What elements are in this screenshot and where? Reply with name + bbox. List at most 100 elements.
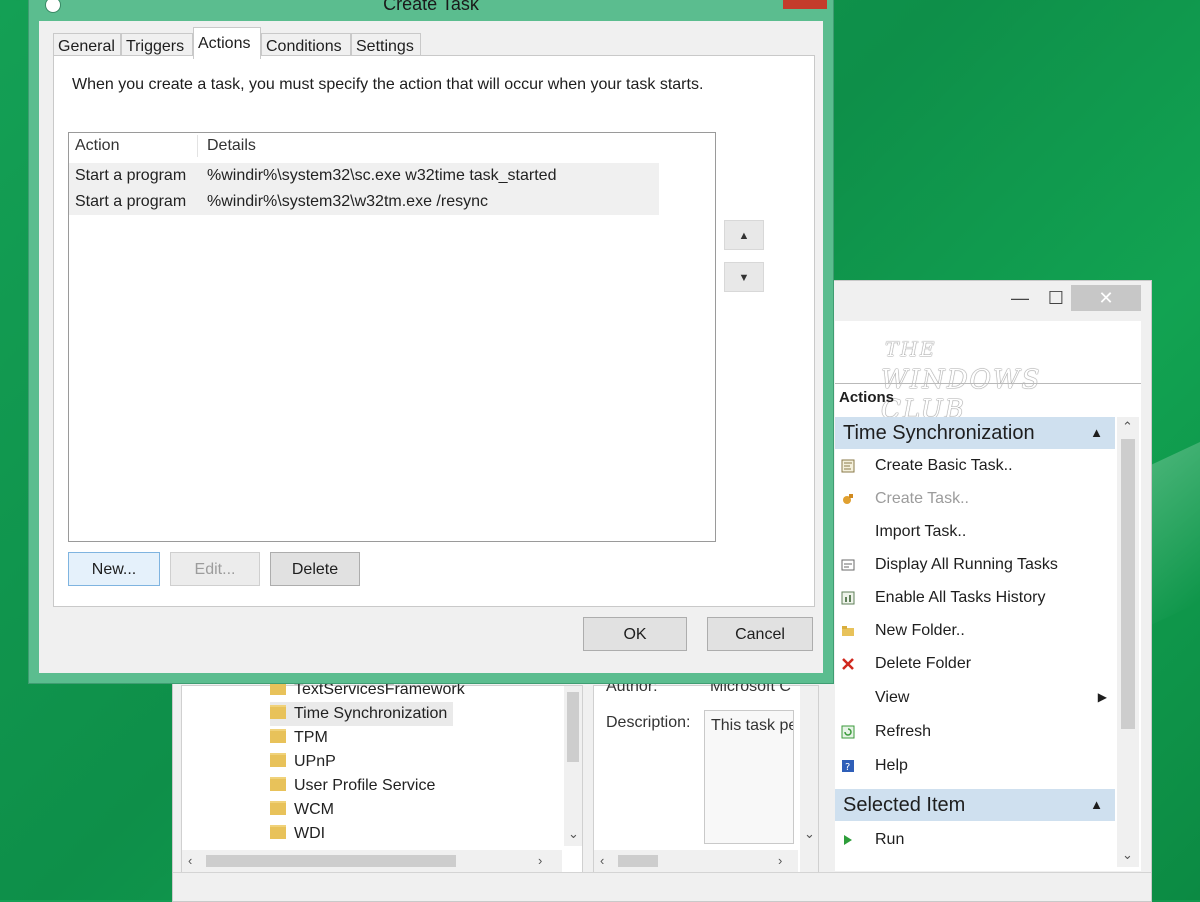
- properties-horizontal-scrollbar[interactable]: ‹ ›: [594, 850, 798, 872]
- help-icon: ?: [842, 760, 854, 773]
- list-header: Action Details: [69, 133, 659, 159]
- task-library-tree[interactable]: TextServicesFramework Time Synchronizati…: [181, 681, 583, 873]
- action-import-task[interactable]: Import Task..: [835, 515, 1115, 548]
- description-value: This task pe: [711, 717, 794, 734]
- action-label: Enable All Tasks History: [875, 589, 1046, 606]
- cell-details: %windir%\system32\sc.exe w32time task_st…: [207, 167, 557, 184]
- folder-icon: [842, 626, 854, 636]
- action-help[interactable]: ? Help: [835, 749, 1115, 782]
- action-new-folder[interactable]: New Folder..: [835, 614, 1115, 647]
- tree-item-tpm[interactable]: TPM: [270, 726, 328, 750]
- logo-line-2: WINDOWS CLUB: [881, 365, 1042, 425]
- action-label: Create Task..: [875, 490, 969, 507]
- actions-pane: THE WINDOWS CLUB Actions Time Synchroniz…: [835, 321, 1141, 871]
- move-up-button[interactable]: ▲: [724, 220, 764, 250]
- tree-vertical-scrollbar[interactable]: ⌄: [564, 686, 582, 846]
- tree-item-wcm[interactable]: WCM: [270, 798, 334, 822]
- column-header-action[interactable]: Action: [75, 137, 119, 155]
- table-row[interactable]: Start a program %windir%\system32\sc.exe…: [69, 163, 659, 189]
- scrollbar-thumb[interactable]: [1121, 439, 1135, 729]
- action-label: Import Task..: [875, 523, 967, 540]
- chevron-up-icon[interactable]: ⌃: [1122, 419, 1133, 435]
- chevron-left-icon[interactable]: ‹: [600, 853, 604, 868]
- section-title: Time Synchronization: [843, 422, 1035, 444]
- chevron-down-icon[interactable]: ⌄: [1122, 847, 1133, 863]
- maximize-button[interactable]: ☐: [1041, 285, 1071, 311]
- tree-item-label: User Profile Service: [294, 777, 436, 794]
- scrollbar-thumb[interactable]: [206, 855, 456, 867]
- ok-button[interactable]: OK: [583, 617, 687, 651]
- collapse-icon[interactable]: ▲: [1090, 417, 1103, 449]
- chevron-right-icon[interactable]: ›: [778, 853, 782, 868]
- task-scheduler-titlebar: — ☐ ✕: [835, 281, 1151, 321]
- folder-icon: [270, 705, 286, 719]
- folder-icon: [270, 801, 286, 815]
- tree-item-time-synchronization[interactable]: Time Synchronization: [270, 702, 454, 726]
- action-run[interactable]: Run: [835, 823, 1115, 856]
- section-header-selected-item[interactable]: Selected Item ▲: [835, 789, 1115, 821]
- chevron-down-icon[interactable]: ⌄: [804, 826, 815, 842]
- task-properties-panel: Author: Microsoft C Description: This ta…: [593, 678, 819, 873]
- dialog-close-button[interactable]: [783, 0, 827, 9]
- action-enable-tasks-history[interactable]: Enable All Tasks History: [835, 581, 1115, 614]
- action-create-task[interactable]: Create Task..: [835, 482, 1115, 515]
- collapse-icon[interactable]: ▲: [1090, 789, 1103, 821]
- scrollbar-thumb[interactable]: [618, 855, 658, 867]
- action-display-running-tasks[interactable]: Display All Running Tasks: [835, 548, 1115, 581]
- folder-icon: [270, 729, 286, 743]
- new-button[interactable]: New...: [68, 552, 160, 586]
- move-down-button[interactable]: ▼: [724, 262, 764, 292]
- dialog-body: General Triggers Actions Conditions Sett…: [39, 21, 823, 673]
- folder-icon: [270, 777, 286, 791]
- actions-pane-scrollbar[interactable]: ⌃ ⌄: [1117, 417, 1139, 867]
- chevron-right-icon[interactable]: ›: [538, 853, 542, 868]
- tree-item-label: TPM: [294, 729, 328, 746]
- chevron-down-icon[interactable]: ⌄: [568, 826, 579, 842]
- action-create-basic-task[interactable]: Create Basic Task..: [835, 449, 1115, 482]
- create-task-dialog: Create Task General Triggers Actions Con…: [28, 0, 834, 684]
- delete-button[interactable]: Delete: [270, 552, 360, 586]
- minimize-button[interactable]: —: [1005, 285, 1035, 311]
- edit-button[interactable]: Edit...: [170, 552, 260, 586]
- folder-icon: [270, 825, 286, 839]
- section-header-time-synchronization[interactable]: Time Synchronization ▲: [835, 417, 1115, 449]
- svg-text:?: ?: [845, 762, 850, 773]
- action-label: Refresh: [875, 723, 932, 740]
- arrow-up-icon: ▲: [738, 230, 750, 242]
- cancel-button[interactable]: Cancel: [707, 617, 813, 651]
- action-label: Run: [875, 831, 905, 848]
- tree-horizontal-scrollbar[interactable]: ‹ ›: [182, 850, 562, 872]
- cell-action: Start a program: [75, 193, 187, 210]
- close-button[interactable]: ✕: [1071, 285, 1141, 311]
- action-delete-folder[interactable]: Delete Folder: [835, 647, 1115, 680]
- column-header-details[interactable]: Details: [207, 137, 256, 155]
- tree-item-user-profile-service[interactable]: User Profile Service: [270, 774, 435, 798]
- chevron-left-icon[interactable]: ‹: [188, 853, 192, 868]
- description-field[interactable]: This task pe: [704, 710, 794, 844]
- delete-icon: [842, 658, 854, 670]
- refresh-icon: [841, 725, 855, 739]
- tree-item-upnp[interactable]: UPnP: [270, 750, 336, 774]
- action-refresh[interactable]: Refresh: [835, 715, 1115, 748]
- action-label: Help: [875, 757, 908, 774]
- actions-list[interactable]: Action Details Start a program %windir%\…: [68, 132, 716, 542]
- action-view[interactable]: View ▶: [835, 681, 1115, 714]
- tree-item-wdi[interactable]: WDI: [270, 822, 325, 846]
- tab-actions[interactable]: Actions: [193, 27, 261, 59]
- intro-text: When you create a task, you must specify…: [72, 76, 704, 93]
- actions-pane-title: Actions: [839, 389, 895, 406]
- cell-details: %windir%\system32\w32tm.exe /resync: [207, 193, 488, 210]
- divider: [835, 383, 1141, 384]
- status-bar: [173, 872, 1151, 901]
- properties-vertical-scrollbar[interactable]: ⌄: [800, 686, 818, 872]
- scrollbar-thumb[interactable]: [567, 692, 579, 762]
- folder-icon: [270, 753, 286, 767]
- running-tasks-icon: [841, 559, 855, 571]
- column-divider[interactable]: [197, 135, 198, 157]
- actions-tab-page: When you create a task, you must specify…: [53, 55, 815, 607]
- logo-line-1: THE: [885, 337, 937, 361]
- tree-item-label: WDI: [294, 825, 326, 842]
- task-icon: [843, 494, 853, 504]
- table-row[interactable]: Start a program %windir%\system32\w32tm.…: [69, 189, 659, 215]
- history-icon: [841, 591, 855, 605]
